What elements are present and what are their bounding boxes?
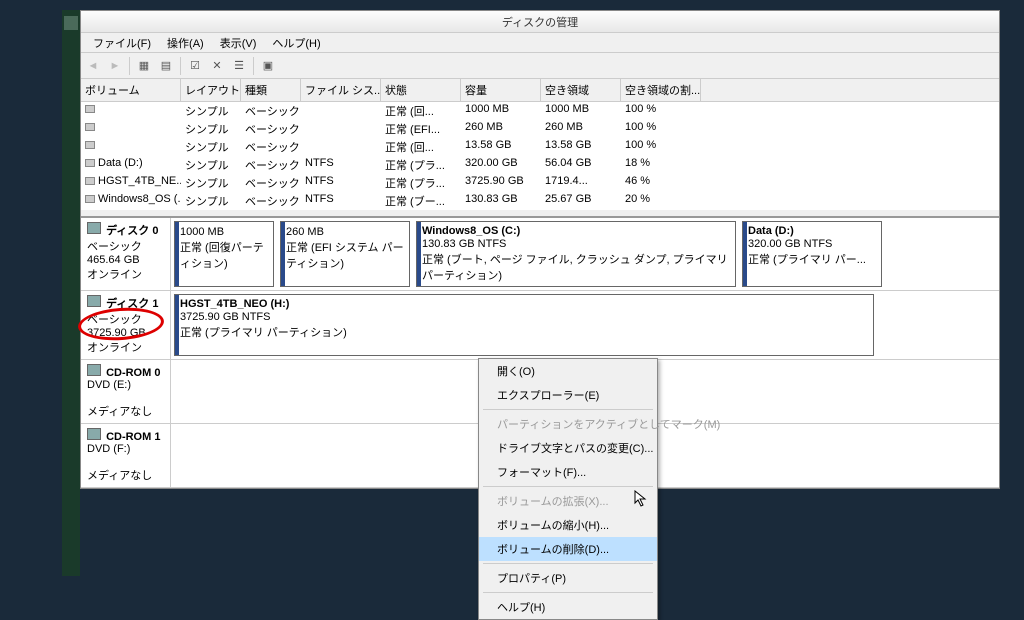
volume-row[interactable]: Data (D:)シンプルベーシックNTFS正常 (プラ...320.00 GB… (81, 156, 999, 174)
volume-list-header: ボリューム レイアウト 種類 ファイル シス... 状態 容量 空き領域 空き領… (81, 79, 999, 102)
ctx-format[interactable]: フォーマット(F)... (479, 460, 657, 484)
disk-1-label[interactable]: ディスク 1 ベーシック 3725.90 GB オンライン (81, 291, 171, 359)
partition-block[interactable]: 1000 MB正常 (回復パーティション) (174, 221, 274, 287)
disk-0-partitions: 1000 MB正常 (回復パーティション)260 MB正常 (EFI システム … (171, 218, 999, 290)
menu-action[interactable]: 操作(A) (159, 33, 212, 53)
no-media (174, 427, 186, 484)
no-media (174, 363, 186, 420)
disk-0-label[interactable]: ディスク 0 ベーシック 465.64 GB オンライン (81, 218, 171, 290)
menu-view[interactable]: 表示(V) (212, 33, 265, 53)
delete-icon[interactable]: ✕ (207, 56, 227, 76)
check-icon[interactable]: ☑ (185, 56, 205, 76)
col-pct[interactable]: 空き領域の割... (621, 79, 701, 101)
volume-row[interactable]: シンプルベーシック正常 (EFI...260 MB260 MB100 % (81, 120, 999, 138)
col-type[interactable]: 種類 (241, 79, 301, 101)
disk-0-row: ディスク 0 ベーシック 465.64 GB オンライン 1000 MB正常 (… (81, 218, 999, 291)
volume-list[interactable]: シンプルベーシック正常 (回...1000 MB1000 MB100 %シンプル… (81, 102, 999, 210)
forward-icon: ► (105, 56, 125, 76)
menu-bar: ファイル(F) 操作(A) 表示(V) ヘルプ(H) (81, 33, 999, 53)
ctx-change-drive-letter[interactable]: ドライブ文字とパスの変更(C)... (479, 436, 657, 460)
window-title: ディスクの管理 (502, 14, 578, 30)
partition-block[interactable]: Windows8_OS (C:)130.83 GB NTFS正常 (ブート, ペ… (416, 221, 736, 287)
os-taskbar (62, 10, 80, 576)
ctx-open[interactable]: 開く(O) (479, 359, 657, 383)
cdrom-1-label[interactable]: CD-ROM 1 DVD (F:) メディアなし (81, 424, 171, 487)
context-menu: 開く(O) エクスプローラー(E) パーティションをアクティブとしてマーク(M)… (478, 358, 658, 620)
menu-file[interactable]: ファイル(F) (85, 33, 159, 53)
partition-block[interactable]: 260 MB正常 (EFI システム パーティション) (280, 221, 410, 287)
col-free[interactable]: 空き領域 (541, 79, 621, 101)
prop-icon[interactable]: ☰ (229, 56, 249, 76)
ctx-properties[interactable]: プロパティ(P) (479, 566, 657, 590)
list-icon[interactable]: ▤ (156, 56, 176, 76)
cdrom-icon (87, 428, 101, 440)
volume-row[interactable]: シンプルベーシック正常 (回...13.58 GB13.58 GB100 % (81, 138, 999, 156)
disk-icon (87, 222, 101, 234)
col-status[interactable]: 状態 (381, 79, 461, 101)
cdrom-icon (87, 364, 101, 376)
back-icon: ◄ (83, 56, 103, 76)
menu-help[interactable]: ヘルプ(H) (264, 33, 328, 53)
ctx-explorer[interactable]: エクスプローラー(E) (479, 383, 657, 407)
title-bar: ディスクの管理 (81, 11, 999, 33)
cdrom-0-label[interactable]: CD-ROM 0 DVD (E:) メディアなし (81, 360, 171, 423)
ctx-extend-volume: ボリュームの拡張(X)... (479, 489, 657, 513)
disk-1-partitions: HGST_4TB_NEO (H:)3725.90 GB NTFS正常 (プライマ… (171, 291, 999, 359)
disk-1-row: ディスク 1 ベーシック 3725.90 GB オンライン HGST_4TB_N… (81, 291, 999, 360)
partition-block[interactable]: HGST_4TB_NEO (H:)3725.90 GB NTFS正常 (プライマ… (174, 294, 874, 356)
col-layout[interactable]: レイアウト (181, 79, 241, 101)
refresh-icon[interactable]: ▦ (134, 56, 154, 76)
col-volume[interactable]: ボリューム (81, 79, 181, 101)
toolbar: ◄ ► ▦ ▤ ☑ ✕ ☰ ▣ (81, 53, 999, 79)
ctx-shrink-volume[interactable]: ボリュームの縮小(H)... (479, 513, 657, 537)
ctx-help[interactable]: ヘルプ(H) (479, 595, 657, 619)
help-icon[interactable]: ▣ (258, 56, 278, 76)
partition-block[interactable]: Data (D:)320.00 GB NTFS正常 (プライマリ パー... (742, 221, 882, 287)
volume-row[interactable]: シンプルベーシック正常 (回...1000 MB1000 MB100 % (81, 102, 999, 120)
col-fs[interactable]: ファイル シス... (301, 79, 381, 101)
ctx-mark-active: パーティションをアクティブとしてマーク(M) (479, 412, 657, 436)
volume-row[interactable]: Windows8_OS (...シンプルベーシックNTFS正常 (ブー...13… (81, 192, 999, 210)
volume-row[interactable]: HGST_4TB_NE...シンプルベーシックNTFS正常 (プラ...3725… (81, 174, 999, 192)
start-icon[interactable] (64, 16, 78, 30)
ctx-delete-volume[interactable]: ボリュームの削除(D)... (479, 537, 657, 561)
disk-icon (87, 295, 101, 307)
col-capacity[interactable]: 容量 (461, 79, 541, 101)
